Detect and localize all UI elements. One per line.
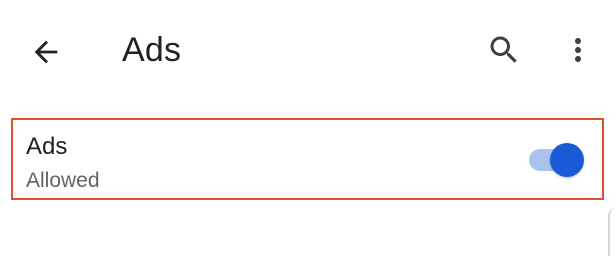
- back-button[interactable]: [22, 28, 70, 76]
- setting-title: Ads: [26, 133, 68, 160]
- app-screen: Ads Ads Allowed: [0, 0, 616, 256]
- toggle-thumb: [550, 143, 584, 177]
- setting-summary: Allowed: [26, 169, 100, 192]
- more-options-button[interactable]: [554, 26, 602, 74]
- ads-toggle-switch[interactable]: [527, 142, 585, 178]
- page-title: Ads: [122, 31, 182, 69]
- scroll-edge-indicator: [608, 208, 616, 256]
- ads-setting-row[interactable]: Ads Allowed: [11, 118, 604, 200]
- search-icon: [490, 36, 517, 63]
- arrow-back-icon: [34, 40, 58, 64]
- search-button[interactable]: [480, 26, 528, 74]
- more-vert-icon: [575, 38, 581, 62]
- top-app-bar: Ads: [0, 0, 616, 100]
